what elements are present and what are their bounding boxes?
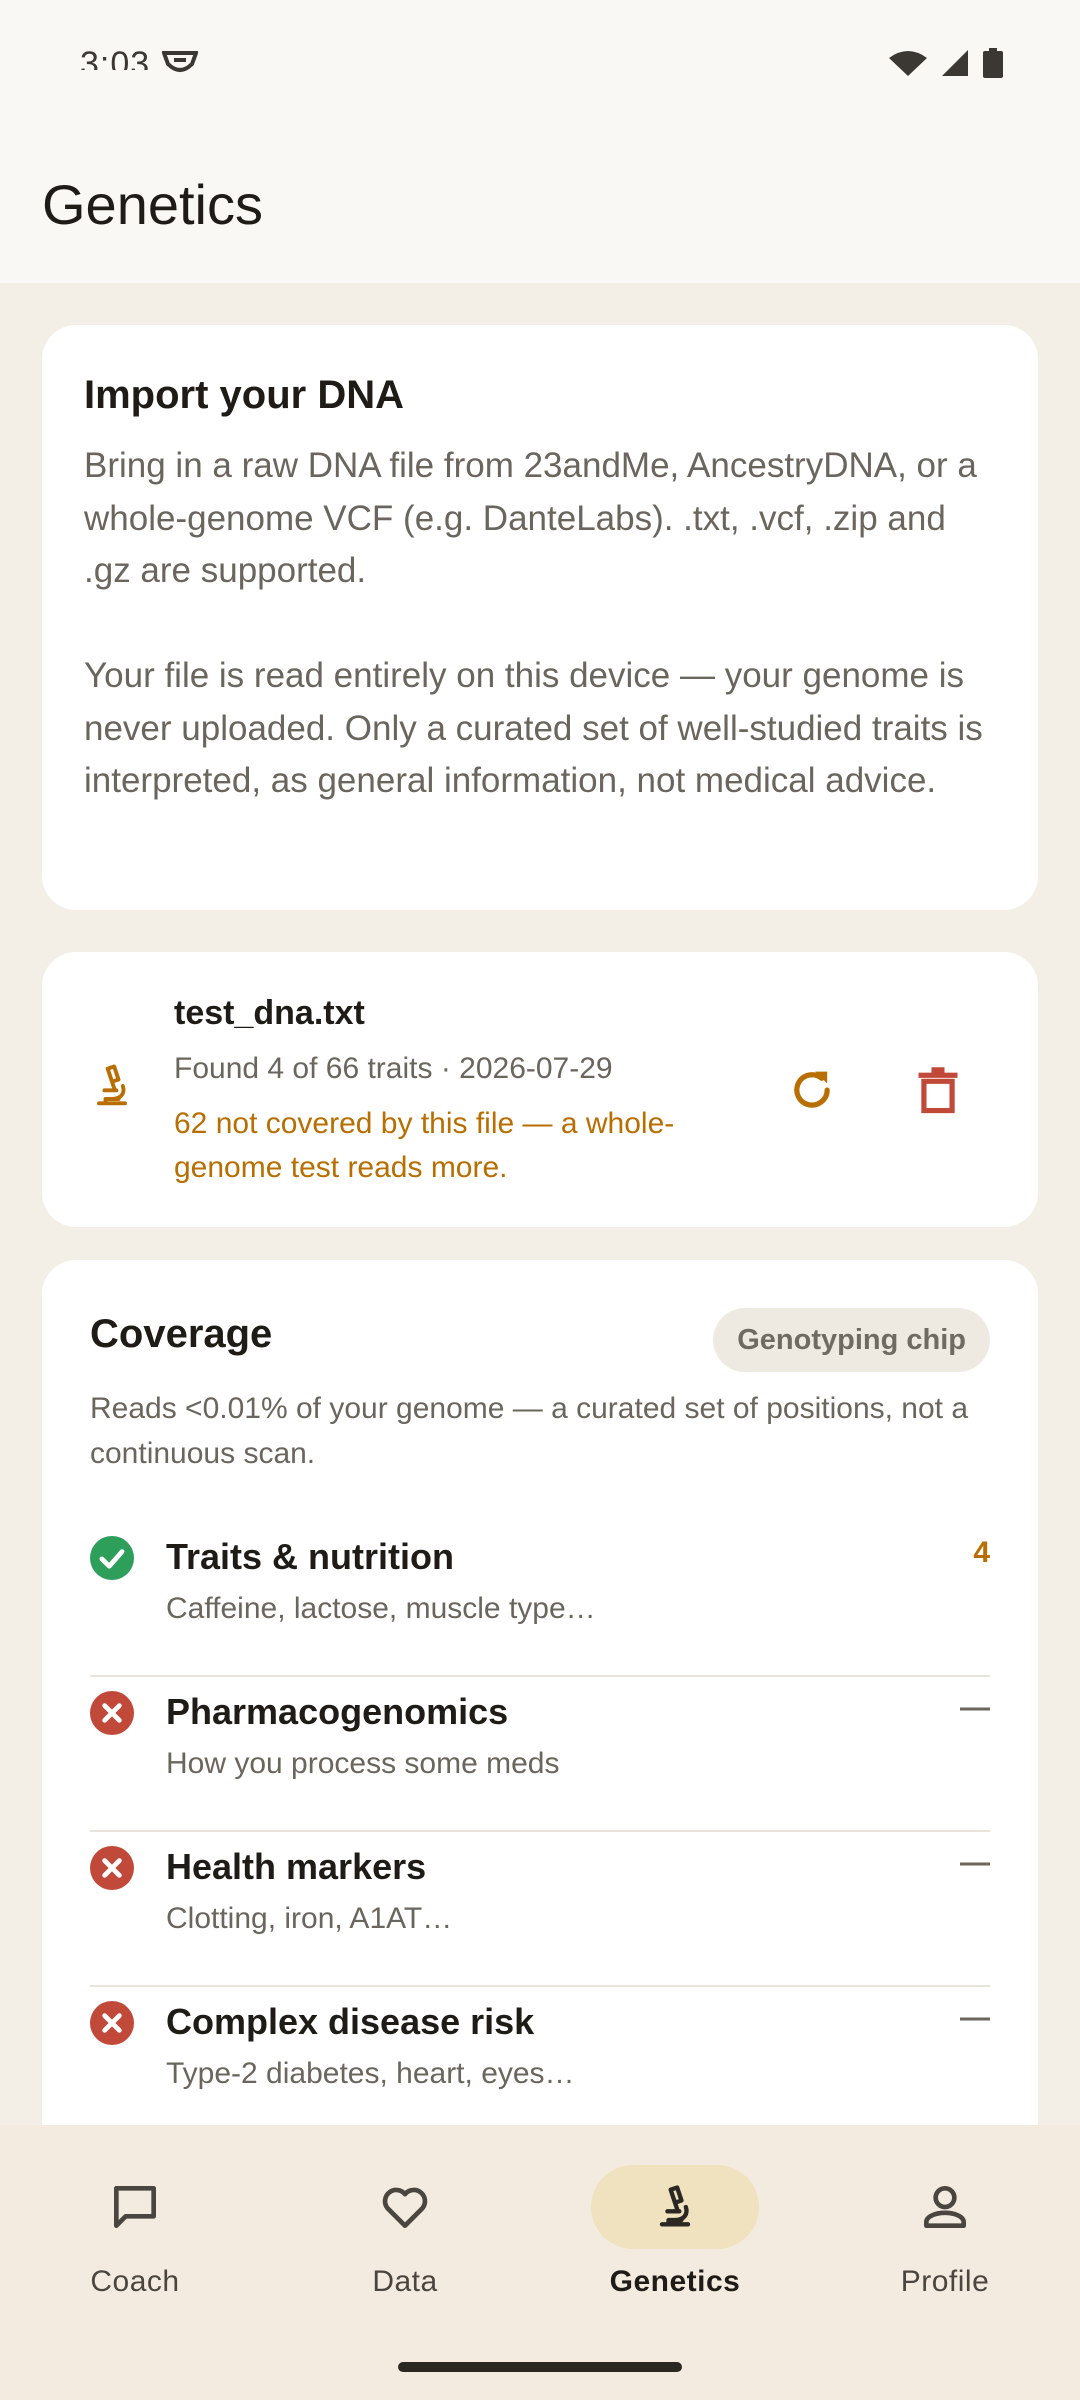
nav-item-genetics[interactable]: Genetics	[575, 2165, 775, 2315]
coverage-row-title: Health markers	[166, 1846, 427, 1887]
status-bar: 3:03	[0, 0, 1080, 130]
genotyping-chip-badge: Genotyping chip	[713, 1308, 990, 1372]
trash-icon	[918, 1067, 958, 1114]
coverage-row-title: Traits & nutrition	[166, 1536, 454, 1577]
nav-label: Coach	[90, 2265, 180, 2298]
person-icon	[924, 2186, 966, 2228]
coverage-title: Coverage	[90, 1312, 273, 1356]
error-circle-icon	[90, 1691, 134, 1735]
coverage-row-count: —	[960, 2001, 990, 2034]
coverage-row-subtitle: How you process some meds	[166, 1747, 560, 1780]
dna-file-card: test_dna.txt Found 4 of 66 traits · 2026…	[42, 952, 1038, 1227]
battery-icon	[983, 48, 1003, 78]
notification-shield-icon	[162, 51, 198, 72]
nav-label: Data	[372, 2265, 438, 2298]
microscope-icon	[97, 1064, 127, 1106]
wifi-icon	[889, 51, 927, 76]
refresh-icon	[794, 1071, 830, 1108]
coverage-row-subtitle: Caffeine, lactose, muscle type…	[166, 1592, 596, 1625]
microscope-icon	[659, 2185, 691, 2227]
coverage-subtitle: Reads <0.01% of your genome — a curated …	[90, 1392, 969, 1470]
chat-bubble-icon	[114, 2186, 157, 2228]
bottom-navigation: Coach Data Genetics Profile	[0, 2125, 1080, 2400]
nav-item-profile[interactable]: Profile	[845, 2165, 1045, 2315]
nav-label: Genetics	[609, 2265, 741, 2298]
app-bar: Genetics	[0, 130, 1080, 283]
nav-item-data[interactable]: Data	[305, 2165, 505, 2315]
nav-label: Profile	[900, 2265, 990, 2298]
import-card-description: Bring in a raw DNA file from 23andMe, An…	[84, 446, 983, 800]
delete-file-button[interactable]	[896, 1048, 980, 1132]
page-title: Genetics	[42, 173, 263, 236]
coverage-row-subtitle: Type-2 diabetes, heart, eyes…	[166, 2057, 575, 2090]
coverage-row-traits[interactable]: Traits & nutrition Caffeine, lactose, mu…	[90, 1522, 990, 1677]
signal-icon	[942, 50, 968, 76]
import-card-heading: Import your DNA	[84, 373, 404, 417]
file-name: test_dna.txt	[174, 994, 365, 1032]
check-circle-icon	[90, 1536, 134, 1580]
coverage-row-subtitle: Clotting, iron, A1AT…	[166, 1902, 453, 1935]
error-circle-icon	[90, 1846, 134, 1890]
file-meta: Found 4 of 66 traits · 2026-07-29	[174, 1052, 613, 1085]
coverage-row-count: 4	[973, 1536, 990, 1569]
coverage-row-title: Pharmacogenomics	[166, 1691, 509, 1732]
status-time: 3:03	[80, 45, 151, 70]
coverage-row-complex-disease[interactable]: Complex disease risk Type-2 diabetes, he…	[90, 1987, 990, 2142]
coverage-card: Coverage Genotyping chip Reads <0.01% of…	[42, 1260, 1038, 2142]
coverage-row-count: —	[960, 1846, 990, 1879]
error-circle-icon	[90, 2001, 134, 2045]
nav-item-coach[interactable]: Coach	[35, 2165, 235, 2315]
coverage-row-pharmacogenomics[interactable]: Pharmacogenomics How you process some me…	[90, 1677, 990, 1832]
heart-icon	[382, 2187, 428, 2228]
import-dna-card[interactable]: Import your DNA Bring in a raw DNA file …	[42, 325, 1038, 910]
coverage-row-title: Complex disease risk	[166, 2001, 535, 2042]
reimport-button[interactable]	[770, 1048, 854, 1132]
home-indicator[interactable]	[398, 2362, 682, 2372]
coverage-row-health-markers[interactable]: Health markers Clotting, iron, A1AT… —	[90, 1832, 990, 1987]
coverage-warning: 62 not covered by this file — a whole-ge…	[174, 1107, 675, 1184]
coverage-row-count: —	[960, 1691, 990, 1724]
